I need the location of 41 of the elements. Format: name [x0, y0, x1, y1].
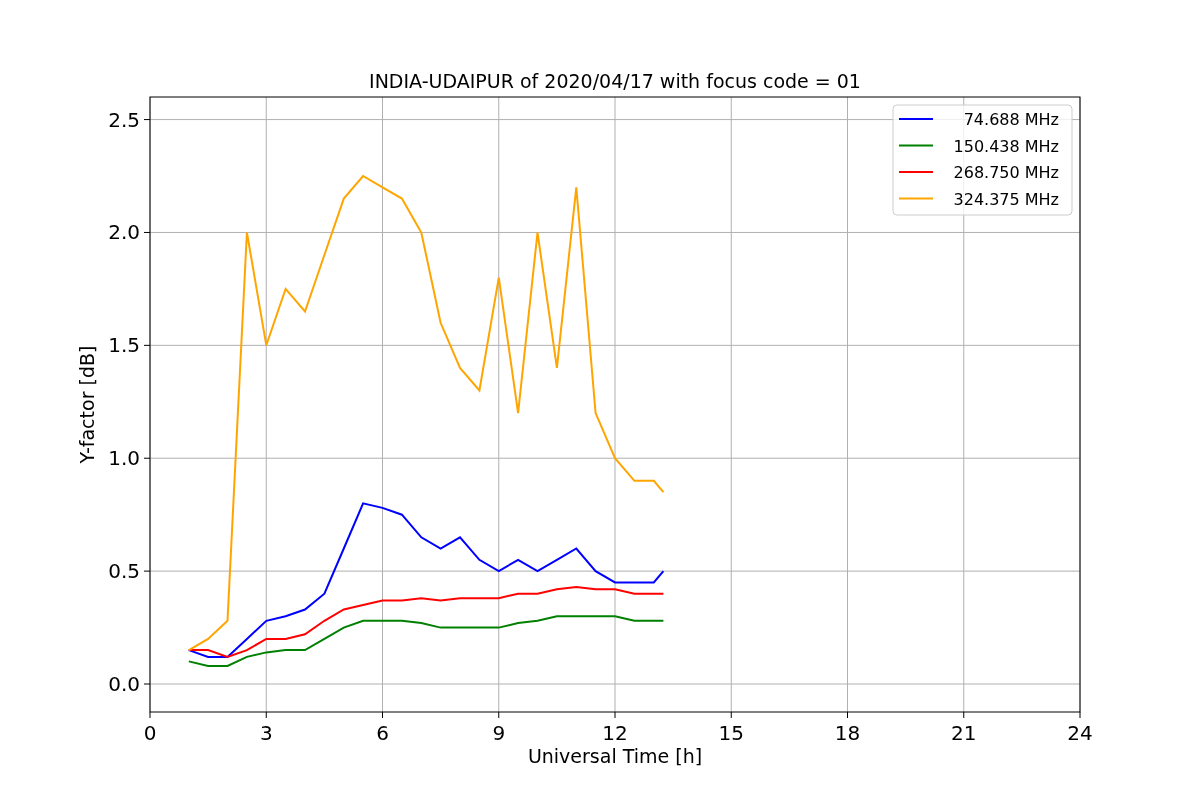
tick-mark — [143, 683, 151, 685]
tick-mark — [143, 344, 151, 346]
tick-mark — [1079, 711, 1081, 719]
y-tick-label: 1.5 — [108, 333, 140, 358]
y-tick-label: 0.0 — [108, 672, 140, 696]
legend-label: 74.688 MHz — [963, 110, 1059, 129]
legend-label: 268.750 MHz — [953, 163, 1059, 182]
x-tick-label: 15 — [718, 721, 744, 745]
y-tick-label: 1.0 — [108, 446, 140, 471]
x-tick-label: 0 — [143, 721, 157, 745]
legend-line — [898, 118, 934, 120]
y-tick-label: 0.5 — [108, 559, 140, 584]
legend-label: 324.375 MHz — [953, 189, 1059, 209]
y-axis-label: Y-factor [dB] — [76, 345, 98, 464]
x-tick-label: 9 — [492, 721, 506, 745]
tick-mark — [265, 711, 267, 719]
legend-line — [898, 144, 934, 147]
legend-label: 150.438 MHz — [953, 136, 1059, 156]
tick-mark — [730, 711, 732, 719]
legend-line — [898, 171, 934, 173]
tick-mark — [149, 711, 151, 719]
tick-mark — [143, 457, 151, 459]
tick-mark — [143, 231, 151, 233]
x-tick-label: 3 — [259, 721, 273, 745]
tick-mark — [143, 119, 151, 121]
x-tick-label: 24 — [1067, 721, 1093, 745]
tick-mark — [963, 711, 965, 719]
tick-mark — [498, 711, 500, 719]
tick-mark — [143, 570, 151, 572]
tick-mark — [614, 711, 616, 719]
x-tick-label: 21 — [951, 721, 977, 745]
legend-line — [898, 197, 934, 200]
x-axis-label: Universal Time [h] — [527, 745, 703, 767]
y-tick-label: 2.5 — [108, 107, 140, 132]
y-tick-label: 2.0 — [108, 220, 140, 245]
tick-mark — [847, 711, 848, 719]
x-tick-label: 6 — [376, 721, 389, 745]
chart-title: INDIA-UDAIPUR of 2020/04/17 with focus code = 01 — [369, 70, 861, 92]
tick-mark — [382, 711, 383, 719]
x-tick-label: 12 — [602, 721, 628, 745]
x-tick-label: 18 — [834, 721, 861, 745]
